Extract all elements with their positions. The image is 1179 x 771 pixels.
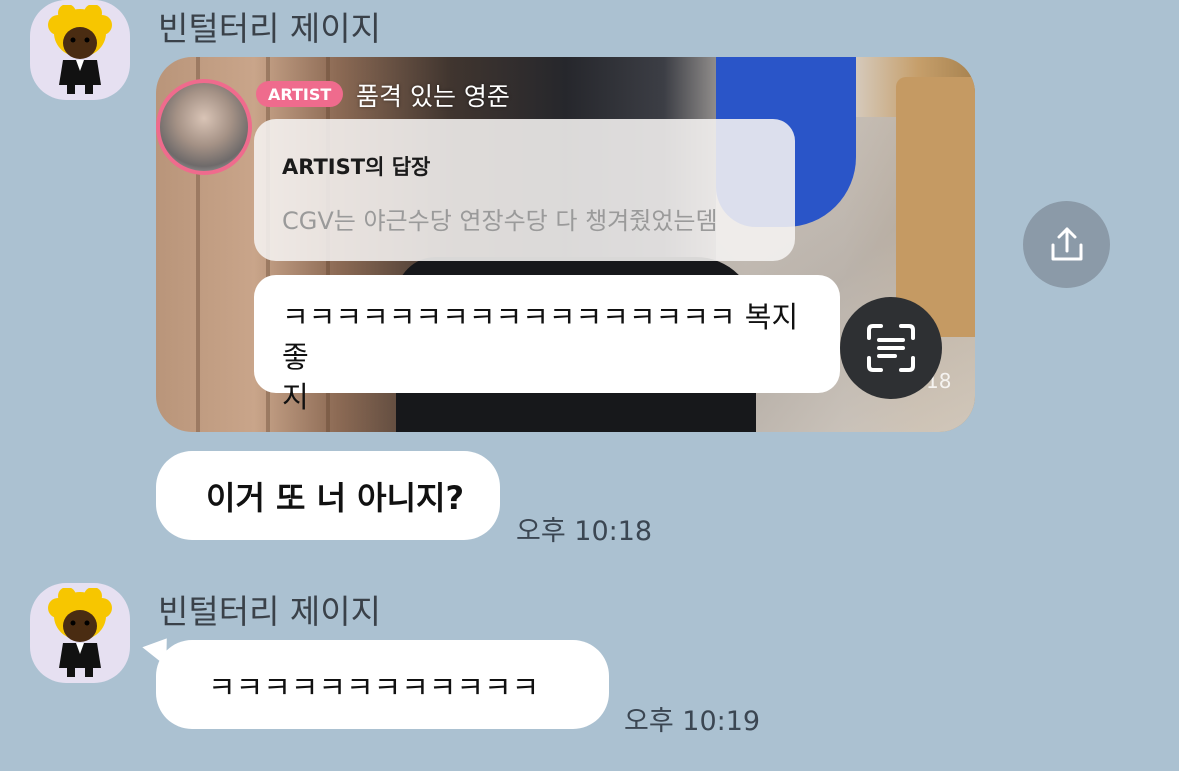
chat-room: 빈털터리 제이지 ARTIST 품격 있는 영준 ARTIST의 답장 CGV는… bbox=[0, 0, 1179, 771]
character-avatar-icon bbox=[48, 588, 112, 677]
reply-text: CGV는 야근수당 연장수당 다 챙겨줬었는뎀 bbox=[282, 207, 718, 235]
text-scan-button[interactable] bbox=[840, 297, 942, 399]
message-text: ㅋㅋㅋㅋㅋㅋㅋㅋㅋㅋㅋㅋ bbox=[208, 670, 540, 706]
artist-name: 품격 있는 영준 bbox=[356, 82, 510, 111]
reply-title: ARTIST의 답장 bbox=[282, 155, 431, 179]
fan-comment-box: ㅋㅋㅋㅋㅋㅋㅋㅋㅋㅋㅋㅋㅋㅋㅋㅋㅋ 복지 좋 지 bbox=[254, 275, 840, 414]
sender-name: 빈털터리 제이지 bbox=[158, 9, 382, 48]
character-avatar-icon bbox=[48, 5, 112, 94]
sender-avatar[interactable] bbox=[30, 0, 130, 100]
message-text: 이거 또 너 아니지? bbox=[206, 478, 465, 517]
artist-badge: ARTIST bbox=[256, 81, 344, 107]
share-button[interactable] bbox=[1023, 201, 1110, 288]
sender-name: 빈털터리 제이지 bbox=[158, 592, 382, 631]
text-scan-icon bbox=[867, 324, 915, 372]
sender-avatar[interactable] bbox=[30, 583, 130, 683]
artist-reply-box: ARTIST의 답장 CGV는 야근수당 연장수당 다 챙겨줬었는뎀 bbox=[254, 119, 795, 261]
fan-comment-text: ㅋㅋㅋㅋㅋㅋㅋㅋㅋㅋㅋㅋㅋㅋㅋㅋㅋ 복지 좋 지 bbox=[282, 297, 822, 417]
message-time: 오후 10:18 bbox=[516, 516, 653, 547]
message-time: 오후 10:19 bbox=[624, 706, 761, 737]
artist-profile-image bbox=[156, 79, 252, 175]
message-bubble[interactable]: ㅋㅋㅋㅋㅋㅋㅋㅋㅋㅋㅋㅋ bbox=[156, 640, 609, 729]
image-card[interactable]: ARTIST 품격 있는 영준 ARTIST의 답장 CGV는 야근수당 연장수… bbox=[156, 57, 975, 432]
share-icon bbox=[1051, 227, 1082, 260]
card-bg-chair bbox=[896, 77, 975, 337]
fan-comment-line2: 지 bbox=[282, 380, 309, 414]
fan-comment-line1: ㅋㅋㅋㅋㅋㅋㅋㅋㅋㅋㅋㅋㅋㅋㅋㅋㅋ 복지 좋 bbox=[282, 300, 799, 374]
message-bubble[interactable]: 이거 또 너 아니지? bbox=[156, 451, 500, 540]
